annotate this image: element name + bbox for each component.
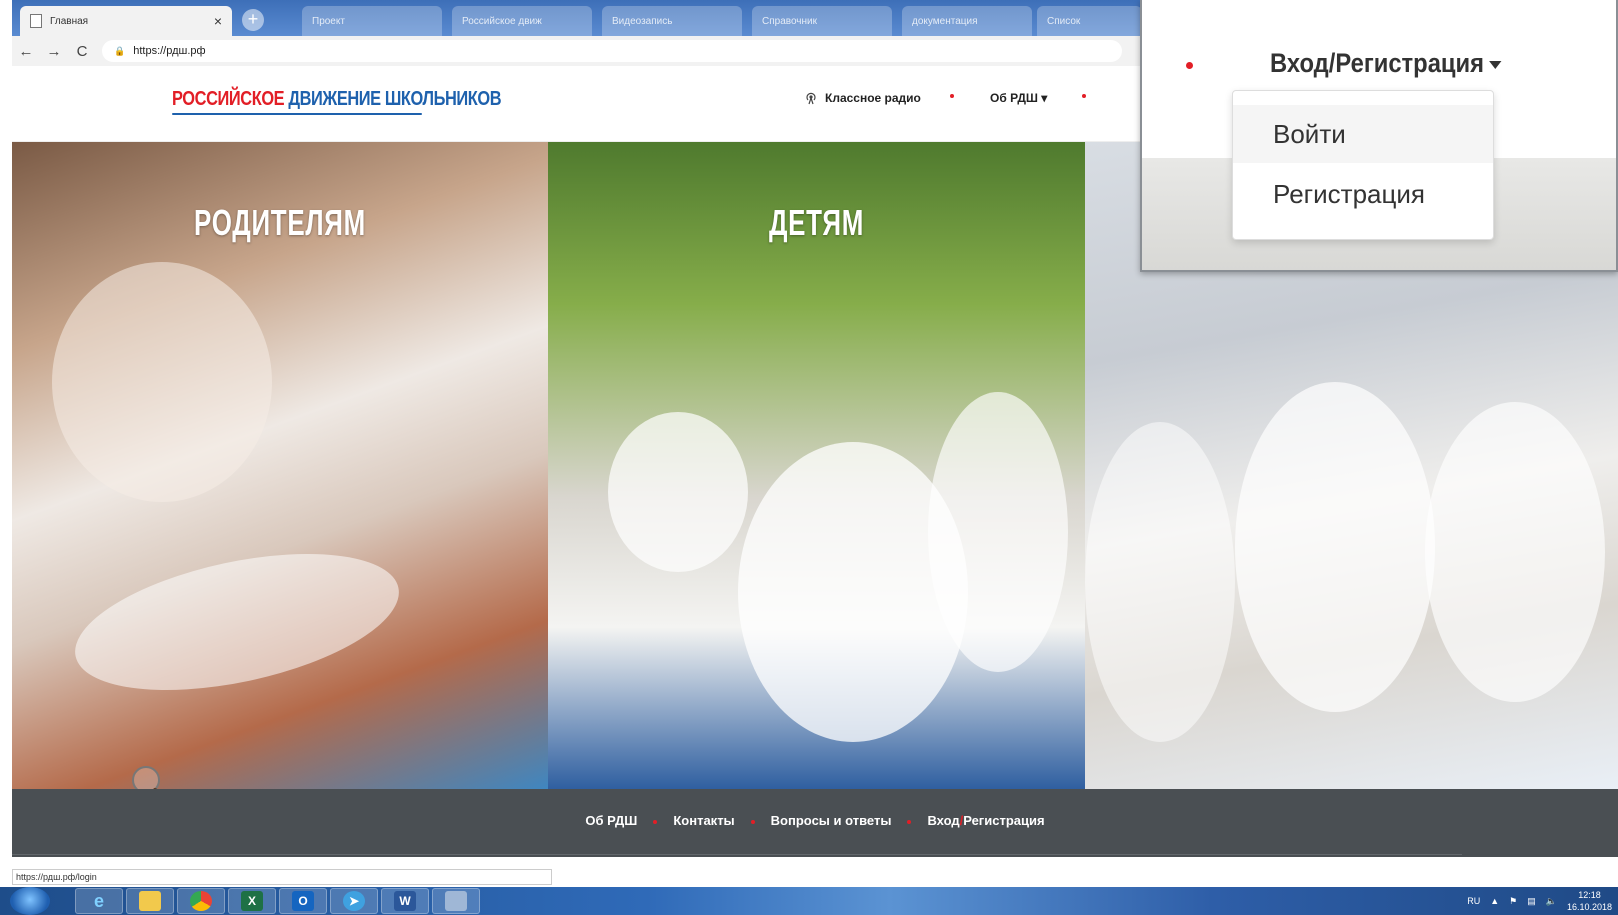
tab-inactive[interactable]: Российское движ xyxy=(452,6,592,36)
nav-about-link[interactable]: Об РДШ ▾ xyxy=(990,91,1047,105)
tab-inactive[interactable]: Видеозапись xyxy=(602,6,742,36)
footer-link-faq[interactable]: Вопросы и ответы xyxy=(771,813,892,828)
footer-separator-dot xyxy=(653,819,658,824)
close-icon[interactable]: × xyxy=(214,13,222,29)
radio-icon xyxy=(804,91,818,108)
excel-icon[interactable]: X xyxy=(228,888,276,914)
dropdown-item-login[interactable]: Войти xyxy=(1233,105,1493,163)
page-icon xyxy=(30,14,42,28)
footer-link-login[interactable]: Вход/Регистрация xyxy=(927,813,1044,828)
login-register-menu[interactable]: Вход/Регистрация xyxy=(1270,48,1502,79)
photo-region xyxy=(608,412,748,572)
photo-region xyxy=(63,529,411,715)
login-dropdown: Войти Регистрация xyxy=(1232,90,1494,240)
footer-link-about[interactable]: Об РДШ xyxy=(585,813,637,828)
tab-inactive[interactable]: документация xyxy=(902,6,1032,36)
network-icon[interactable] xyxy=(432,888,480,914)
logo-part-blue: ДВИЖЕНИЕ ШКОЛЬНИКОВ xyxy=(288,88,502,110)
back-arrow-icon[interactable]: ← xyxy=(12,43,40,60)
tab-inactive[interactable]: Список xyxy=(1037,6,1142,36)
footer-divider xyxy=(12,854,1462,855)
footer-separator-dot xyxy=(907,819,912,824)
nav-radio-link[interactable]: Классное радио xyxy=(825,91,921,105)
caret-down-icon xyxy=(1489,60,1502,69)
screen: Главная × + Проект Российское движ Видео… xyxy=(0,0,1618,915)
footer-separator-dot xyxy=(750,819,755,824)
outlook-icon[interactable]: O xyxy=(279,888,327,914)
address-bar: ← → C 🔒 https://рдш.рф xyxy=(12,36,1142,66)
browser-tabbar: Главная × + Проект Российское движ Видео… xyxy=(12,0,1142,36)
clock-time: 12:18 xyxy=(1578,890,1601,900)
flag-icon[interactable]: ⚑ xyxy=(1509,896,1517,907)
clock[interactable]: 12:18 16.10.2018 xyxy=(1567,889,1612,913)
logo-underline xyxy=(172,113,422,115)
word-icon[interactable]: W xyxy=(381,888,429,914)
dropdown-item-register[interactable]: Регистрация xyxy=(1233,165,1493,223)
footer-link-contacts[interactable]: Контакты xyxy=(673,813,734,828)
photo-region xyxy=(1235,382,1435,712)
tab-inactive[interactable]: Проект xyxy=(302,6,442,36)
status-bar-url: https://рдш.рф/login xyxy=(12,869,552,885)
panel-title-kids: ДЕТЯМ xyxy=(768,202,865,243)
forward-arrow-icon[interactable]: → xyxy=(40,43,68,60)
url-input[interactable]: 🔒 https://рдш.рф xyxy=(102,40,1122,62)
volume-icon[interactable]: 🔈 xyxy=(1546,896,1557,907)
chevron-down-icon: ▾ xyxy=(1041,91,1048,105)
telegram-icon[interactable]: ➤ xyxy=(330,888,378,914)
nav-separator-dot xyxy=(1186,62,1193,69)
taskbar: e X O ➤ W RU ▲ ⚑ ▤ 🔈 12:18 16.10.2018 xyxy=(0,887,1618,915)
panel-parents[interactable]: РОДИТЕЛЯМ xyxy=(12,142,548,789)
new-tab-button[interactable]: + xyxy=(242,9,264,31)
site-logo[interactable]: РОССИЙСКОЕ ДВИЖЕНИЕ ШКОЛЬНИКОВ xyxy=(172,88,502,111)
logo-part-red: РОССИЙСКОЕ xyxy=(172,88,285,110)
panel-kids[interactable]: ДЕТЯМ xyxy=(548,142,1085,789)
site-footer: Об РДШ Контакты Вопросы и ответы Вход/Регис… xyxy=(12,789,1618,857)
explorer-icon[interactable] xyxy=(126,888,174,914)
nav-separator-dot xyxy=(1082,94,1086,98)
clock-date: 16.10.2018 xyxy=(1566,902,1612,912)
photo-region xyxy=(1085,422,1235,742)
url-text: https://рдш.рф xyxy=(133,45,206,57)
footer-nav: Об РДШ Контакты Вопросы и ответы Вход/Регис… xyxy=(12,813,1618,828)
network-tray-icon[interactable]: ▤ xyxy=(1527,896,1536,907)
reload-icon[interactable]: C xyxy=(68,43,96,60)
tray-expand-icon[interactable]: ▲ xyxy=(1490,896,1499,906)
tab-inactive[interactable]: Справочник xyxy=(752,6,892,36)
tab-active[interactable]: Главная × xyxy=(20,6,232,36)
photo-region xyxy=(52,262,272,502)
ie-icon[interactable]: e xyxy=(75,888,123,914)
magnifier-zoom-window: Вход/Регистрация Войти Регистрация xyxy=(1140,0,1618,272)
chrome-icon[interactable] xyxy=(177,888,225,914)
panel-title-parents: РОДИТЕЛЯМ xyxy=(194,202,366,243)
lock-icon: 🔒 xyxy=(114,45,126,56)
language-indicator[interactable]: RU xyxy=(1467,896,1480,906)
nav-separator-dot xyxy=(950,94,954,98)
start-button[interactable] xyxy=(10,887,50,915)
photo-region xyxy=(928,392,1068,672)
system-tray: RU ▲ ⚑ ▤ 🔈 12:18 16.10.2018 xyxy=(1467,887,1618,915)
tab-title: Главная xyxy=(50,15,89,27)
photo-region xyxy=(1425,402,1605,702)
